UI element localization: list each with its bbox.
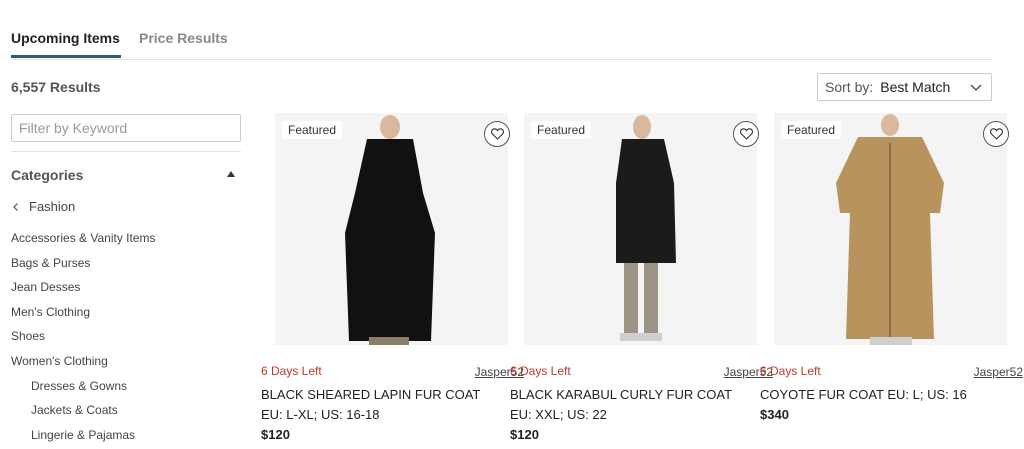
- category-item-bags[interactable]: Bags & Purses: [11, 256, 156, 281]
- product-title[interactable]: BLACK SHEARED LAPIN FUR COAT: [261, 387, 511, 402]
- seller-link[interactable]: Jasper52: [974, 365, 1023, 379]
- heart-icon: [989, 128, 1003, 140]
- time-left: 6 Days Left: [510, 364, 571, 378]
- featured-badge: Featured: [531, 121, 592, 139]
- subcategory-item-lingerie[interactable]: Lingerie & Pajamas: [11, 428, 156, 449]
- category-item-shoes[interactable]: Shoes: [11, 329, 156, 354]
- chevron-down-icon: [970, 84, 982, 91]
- product-price: $340: [760, 407, 789, 422]
- caret-up-icon[interactable]: [227, 171, 235, 177]
- chevron-left-icon: [13, 202, 18, 211]
- time-left: 6 Days Left: [760, 364, 821, 378]
- coat-image: [774, 113, 1007, 345]
- subcategory-item-jackets[interactable]: Jackets & Coats: [11, 403, 156, 428]
- categories-heading: Categories: [11, 167, 84, 183]
- category-item-womens-clothing[interactable]: Women's Clothing: [11, 354, 156, 379]
- favorite-button[interactable]: [733, 121, 759, 147]
- product-price: $120: [261, 427, 290, 442]
- category-list: Accessories & Vanity Items Bags & Purses…: [11, 231, 156, 449]
- coat-image: [275, 113, 508, 345]
- featured-badge: Featured: [781, 121, 842, 139]
- product-title[interactable]: COYOTE FUR COAT EU: L; US: 16: [760, 387, 1010, 402]
- results-count: 6,557 Results: [11, 79, 101, 95]
- category-item-jean-desses[interactable]: Jean Desses: [11, 280, 156, 305]
- product-price: $120: [510, 427, 539, 442]
- category-back-fashion[interactable]: Fashion: [11, 199, 75, 214]
- results-tabs: Upcoming Items Price Results: [11, 0, 992, 60]
- tab-upcoming-items[interactable]: Upcoming Items: [11, 30, 121, 58]
- featured-badge: Featured: [282, 121, 343, 139]
- category-parent-label: Fashion: [29, 199, 76, 214]
- category-item-mens-clothing[interactable]: Men's Clothing: [11, 305, 156, 330]
- divider: [11, 151, 241, 152]
- time-left: 6 Days Left: [261, 364, 322, 378]
- tab-price-results[interactable]: Price Results: [139, 30, 228, 46]
- product-image[interactable]: [774, 113, 1007, 345]
- filter-keyword-input[interactable]: [11, 114, 241, 142]
- category-item-accessories[interactable]: Accessories & Vanity Items: [11, 231, 156, 256]
- heart-icon: [490, 128, 504, 140]
- sort-label: Sort by:: [825, 79, 874, 95]
- product-size: EU: L-XL; US: 16-18: [261, 407, 380, 422]
- product-image[interactable]: [275, 113, 508, 345]
- product-size: EU: XXL; US: 22: [510, 407, 607, 422]
- sort-dropdown[interactable]: Sort by: Best Match: [817, 73, 992, 101]
- heart-icon: [739, 128, 753, 140]
- sort-value: Best Match: [880, 79, 951, 95]
- product-image[interactable]: [524, 113, 757, 345]
- favorite-button[interactable]: [484, 121, 510, 147]
- favorite-button[interactable]: [983, 121, 1009, 147]
- coat-image: [524, 113, 757, 345]
- subcategory-item-dresses[interactable]: Dresses & Gowns: [11, 379, 156, 404]
- product-title[interactable]: BLACK KARABUL CURLY FUR COAT: [510, 387, 760, 402]
